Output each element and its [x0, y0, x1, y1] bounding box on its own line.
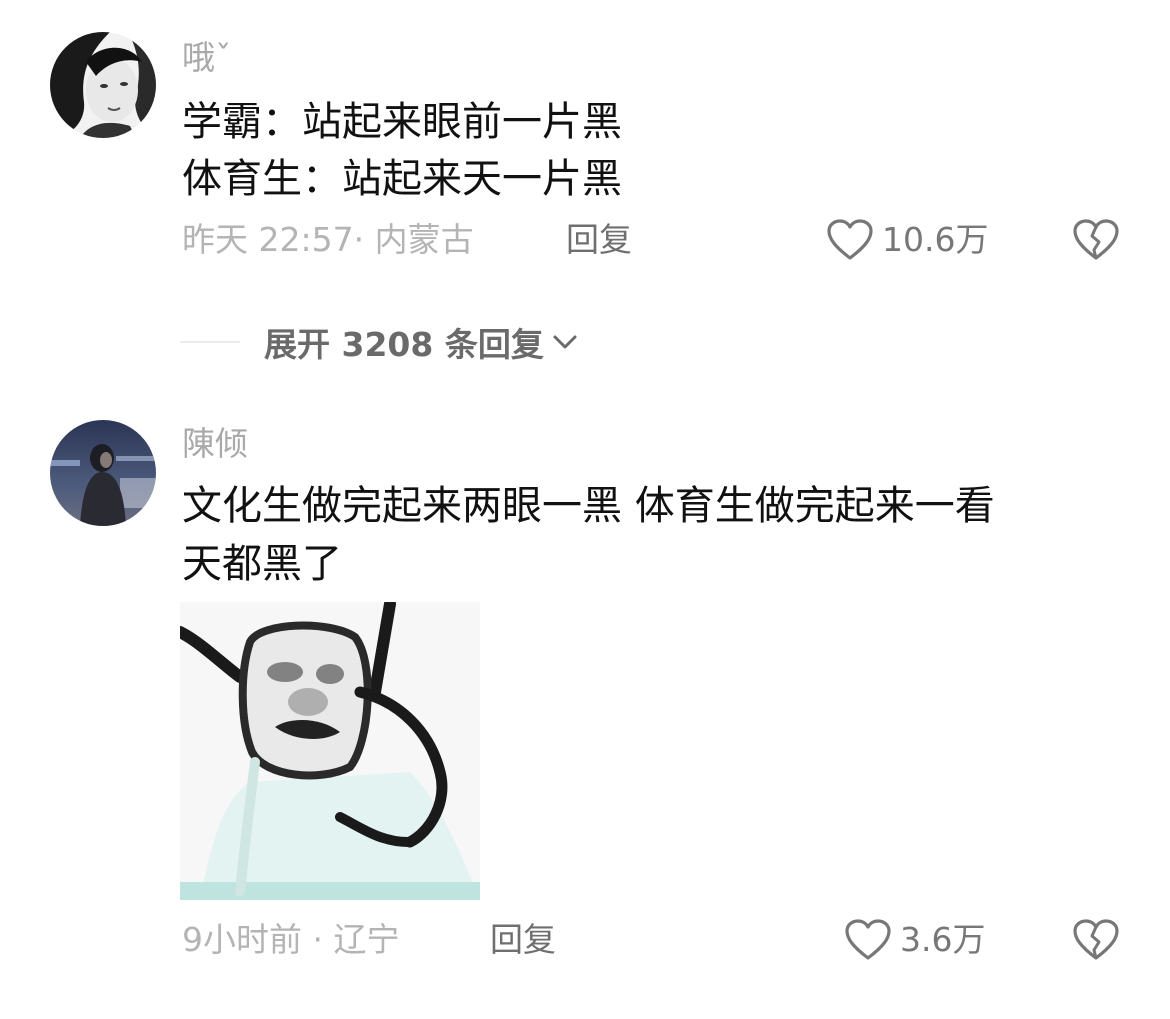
dislike-button[interactable]	[1072, 918, 1120, 966]
like-button[interactable]: 3.6万	[844, 918, 985, 962]
comment-meta: 9小时前 · 辽宁	[182, 920, 400, 959]
comment-text-line: 天都黑了	[182, 541, 342, 587]
avatar-photo-girl	[50, 32, 156, 138]
comment-text-line: 文化生做完起来两眼一黑 体育生做完起来一看	[182, 483, 995, 529]
like-button[interactable]: 10.6万	[826, 218, 988, 262]
expand-replies-label: 展开 3208 条回复	[264, 325, 544, 364]
broken-heart-icon	[1073, 919, 1119, 960]
comment-text-line: 学霸：站起来眼前一片黑	[182, 99, 622, 145]
comment-item: 陳倾 文化生做完起来两眼一黑 体育生做完起来一看 天都黑了 9小时前 · 辽宁 …	[0, 400, 1170, 1019]
username[interactable]: 哦ˇ	[182, 38, 232, 78]
username[interactable]: 陳倾	[182, 424, 248, 464]
like-count: 10.6万	[882, 220, 989, 259]
comment-meta: 昨天 22:57· 内蒙古	[182, 220, 474, 259]
heart-outline-icon	[845, 919, 891, 960]
reply-button[interactable]: 回复	[566, 220, 632, 260]
like-count: 3.6万	[900, 920, 986, 959]
dislike-button[interactable]	[1072, 218, 1120, 266]
chevron-down-icon	[553, 335, 577, 349]
avatar[interactable]	[50, 420, 156, 526]
expand-replies-row: 展开 3208 条回复	[180, 318, 582, 366]
avatar-photo-night	[50, 420, 156, 526]
comment-image[interactable]	[180, 602, 480, 900]
broken-heart-icon	[1073, 219, 1119, 260]
reply-button[interactable]: 回复	[490, 920, 556, 960]
avatar[interactable]	[50, 32, 156, 138]
divider	[180, 341, 240, 343]
expand-replies-button[interactable]: 展开 3208 条回复	[264, 318, 582, 366]
meme-sticker	[180, 602, 480, 900]
comment-text-line: 体育生：站起来天一片黑	[182, 156, 622, 202]
comment-item: 哦ˇ 学霸：站起来眼前一片黑 体育生：站起来天一片黑 昨天 22:57· 内蒙古…	[0, 0, 1170, 300]
heart-outline-icon	[827, 219, 873, 260]
